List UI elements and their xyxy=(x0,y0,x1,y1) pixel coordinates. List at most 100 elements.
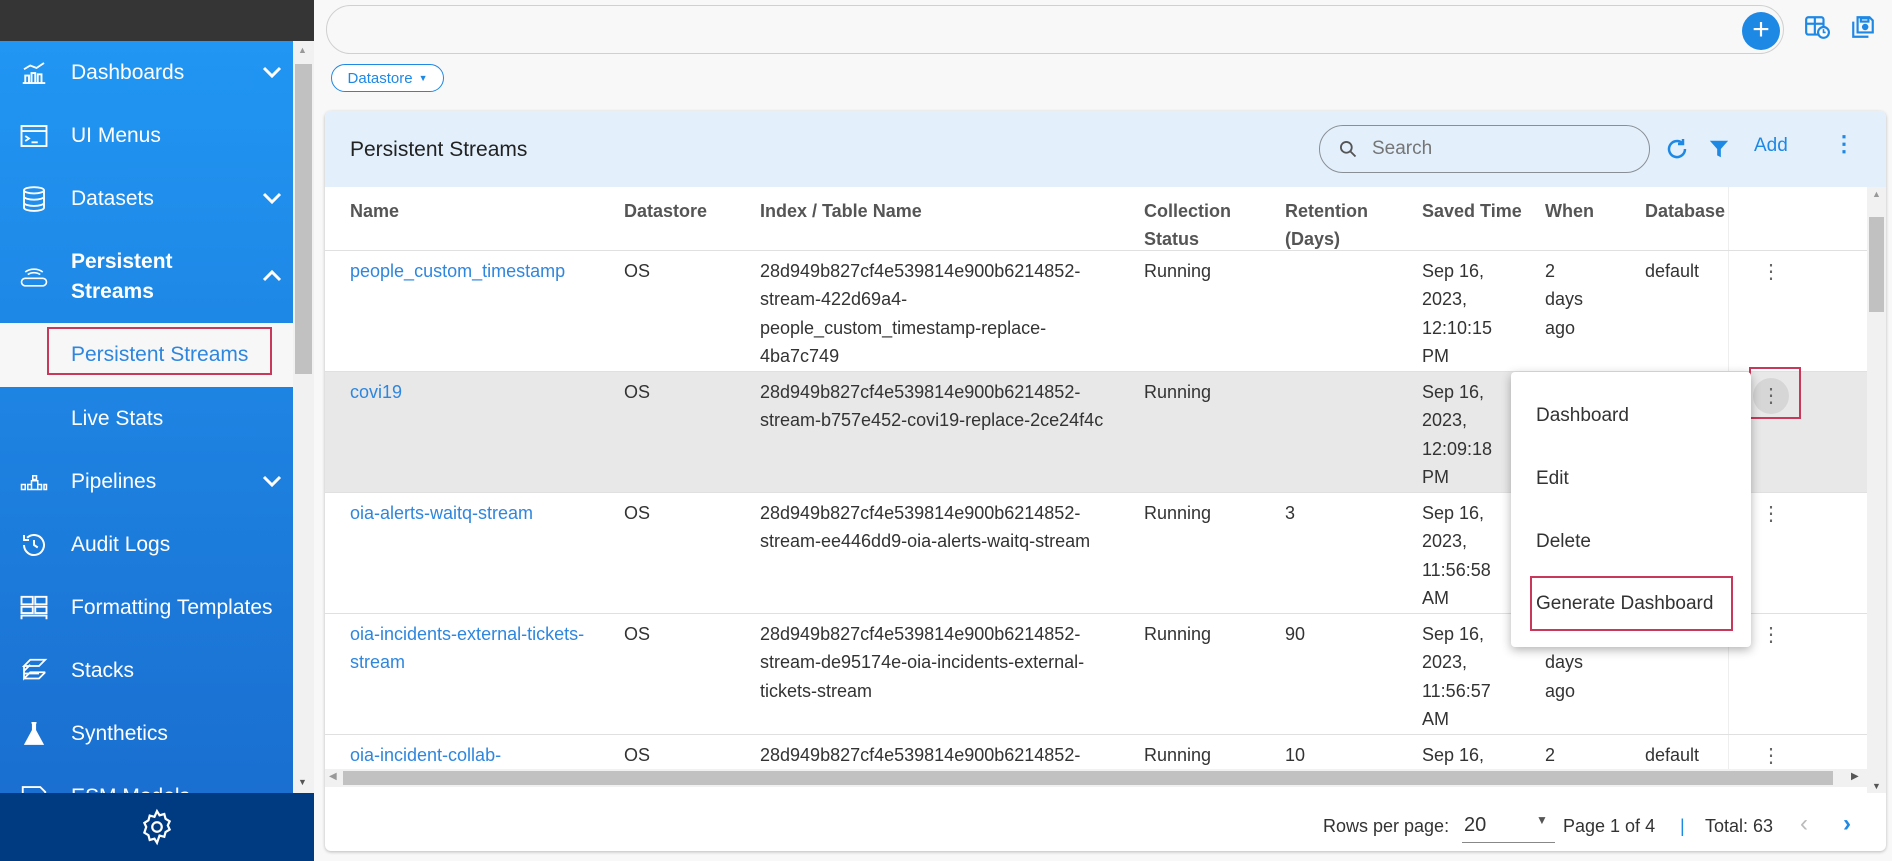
row-actions-menu: Dashboard Edit Delete Generate Dashboard xyxy=(1511,372,1751,647)
sidebar-item-datasets[interactable]: Datasets xyxy=(0,167,293,230)
cell-retention: 3 xyxy=(1285,503,1296,523)
sidebar-item-persistent-streams[interactable]: Persistent Streams xyxy=(0,230,293,323)
sidebar-item-label: Persistent Streams xyxy=(71,249,173,303)
sidebar-item-ui-menus[interactable]: UI Menus xyxy=(0,104,293,167)
cell-saved: Sep 16, 2023, 12:10:15 PM xyxy=(1422,261,1493,367)
row-actions-icon[interactable]: ⋮ xyxy=(1761,743,1781,768)
cell-saved: Sep 16, 2023, 11:56:58 AM xyxy=(1422,503,1491,609)
horizontal-scroll-thumb[interactable] xyxy=(343,771,1833,785)
search-input[interactable] xyxy=(1372,138,1632,160)
row-actions-icon[interactable]: ⋮ xyxy=(1761,622,1781,647)
sidebar-scrollbar[interactable]: ▲ ▼ xyxy=(293,41,314,793)
save-as-icon[interactable] xyxy=(1850,14,1876,40)
cell-status: Running xyxy=(1144,745,1212,765)
next-page-icon[interactable]: › xyxy=(1843,810,1851,838)
flask-icon xyxy=(19,719,49,749)
history-icon xyxy=(19,530,49,560)
sidebar-scroll-thumb[interactable] xyxy=(295,64,312,374)
datastore-filter-chip[interactable]: Datastore ▼ xyxy=(331,64,444,92)
chevron-up-icon[interactable] xyxy=(262,266,282,287)
cell-datastore: OS xyxy=(624,261,651,281)
cell-index: 28d949b827cf4e539814e900b6214852-stream-… xyxy=(760,503,1091,552)
column-header-name[interactable]: Name xyxy=(350,197,590,225)
column-header-retention[interactable]: Retention (Days) xyxy=(1285,197,1385,254)
sidebar-topbar xyxy=(0,0,314,41)
chevron-down-icon[interactable] xyxy=(262,62,282,83)
cell-status: Running xyxy=(1144,624,1212,644)
scroll-up-arrow-icon[interactable]: ▲ xyxy=(1872,189,1881,199)
sidebar-item-label: Dashboards xyxy=(71,60,185,84)
menu-item-delete[interactable]: Delete xyxy=(1536,531,1591,553)
sidebar-item-live-stats-sub[interactable]: Live Stats xyxy=(0,387,293,450)
cell-when: 2 days ago xyxy=(1545,261,1584,338)
sidebar-item-dashboards[interactable]: Dashboards xyxy=(0,41,293,104)
menu-item-dashboard[interactable]: Dashboard xyxy=(1536,405,1629,427)
actions-column xyxy=(1728,187,1815,250)
template-icon xyxy=(19,593,49,623)
sidebar-item-synthetics[interactable]: Synthetics xyxy=(0,702,293,765)
row-actions-icon[interactable]: ⋮ xyxy=(1761,259,1781,284)
scroll-down-arrow-icon[interactable]: ▼ xyxy=(298,777,307,787)
settings-gear-icon[interactable] xyxy=(138,808,176,846)
column-header-database[interactable]: Database xyxy=(1645,197,1725,225)
menu-item-edit[interactable]: Edit xyxy=(1536,468,1569,490)
sidebar-item-formatting-templates[interactable]: Formatting Templates xyxy=(0,576,293,639)
horizontal-scrollbar[interactable]: ◀ ▶ xyxy=(325,769,1867,787)
chevron-down-icon[interactable] xyxy=(262,188,282,209)
column-header-saved[interactable]: Saved Time xyxy=(1422,197,1522,225)
vertical-scrollbar[interactable]: ▲ ▼ xyxy=(1867,187,1886,793)
sidebar-item-persistent-streams-sub[interactable]: Persistent Streams xyxy=(0,323,293,387)
chevron-down-icon[interactable] xyxy=(262,471,282,492)
scroll-left-arrow-icon[interactable]: ◀ xyxy=(329,771,337,782)
sidebar-nav: Dashboards UI Menus Datasets Persistent Str… xyxy=(0,41,293,793)
caret-down-icon: ▼ xyxy=(1536,813,1548,827)
refresh-icon[interactable] xyxy=(1665,137,1689,161)
cell-saved: Sep 16, 2023, 11:56:57 AM xyxy=(1422,624,1491,730)
highlight-box xyxy=(1530,576,1733,631)
sidebar-item-stacks[interactable]: Stacks xyxy=(0,639,293,702)
row-actions-icon[interactable]: ⋮ xyxy=(1761,501,1781,526)
scroll-right-arrow-icon[interactable]: ▶ xyxy=(1851,771,1859,782)
rows-per-page-label: Rows per page: xyxy=(1323,816,1450,836)
cell-when: 2 xyxy=(1545,745,1556,765)
table-row[interactable]: oia-incident-collab- OS 28d949b827cf4e5398… xyxy=(325,735,1867,769)
column-header-status[interactable]: Collection Status xyxy=(1144,197,1244,254)
add-stream-button[interactable]: Add xyxy=(1754,135,1788,157)
rows-per-page-select[interactable]: 20 ▼ xyxy=(1462,807,1555,843)
scroll-down-arrow-icon[interactable]: ▼ xyxy=(1872,781,1881,791)
pagination-separator: | xyxy=(1680,816,1685,836)
column-header-when[interactable]: When xyxy=(1545,197,1597,225)
scroll-up-arrow-icon[interactable]: ▲ xyxy=(298,45,307,55)
previous-page-icon[interactable]: ‹ xyxy=(1800,810,1808,838)
cell-datastore: OS xyxy=(624,745,651,765)
sidebar-item-label: Datasets xyxy=(71,186,154,210)
cell-datastore: OS xyxy=(624,382,651,402)
database-icon xyxy=(19,184,49,214)
stream-name-link[interactable]: oia-incidents-external-tickets-stream xyxy=(350,620,590,677)
rows-per-page-value: 20 xyxy=(1464,814,1487,836)
cell-saved: Sep 16, 2023, 12:09:18 PM xyxy=(1422,382,1493,488)
scheduled-table-icon[interactable] xyxy=(1804,14,1830,40)
filter-icon[interactable] xyxy=(1708,137,1730,161)
total-count: Total: 63 xyxy=(1705,816,1774,836)
sidebar-footer xyxy=(0,793,314,861)
stream-name-link[interactable]: covi19 xyxy=(350,378,590,406)
table-row[interactable]: people_custom_timestamp OS 28d949b827cf4e5… xyxy=(325,251,1867,372)
column-header-index[interactable]: Index / Table Name xyxy=(760,197,1110,225)
sidebar-item-pipelines[interactable]: Pipelines xyxy=(0,450,293,513)
table-search-field[interactable] xyxy=(1319,125,1650,173)
vertical-scroll-thumb[interactable] xyxy=(1869,217,1884,312)
add-button[interactable]: + xyxy=(1742,12,1780,50)
stream-name-link[interactable]: people_custom_timestamp xyxy=(350,257,590,285)
highlight-box xyxy=(47,327,272,375)
stream-name-link[interactable]: oia-incident-collab- xyxy=(350,741,590,769)
sidebar-item-label: ESM Models xyxy=(71,785,190,794)
column-header-datastore[interactable]: Datastore xyxy=(624,197,744,225)
sidebar-item-esm-models[interactable]: ESM Models xyxy=(0,765,293,793)
cell-status: Running xyxy=(1144,261,1212,281)
sidebar-item-label: Live Stats xyxy=(71,406,164,430)
sidebar-item-audit-logs[interactable]: Audit Logs xyxy=(0,513,293,576)
more-options-icon[interactable]: ⋮ xyxy=(1833,131,1855,157)
stream-name-link[interactable]: oia-alerts-waitq-stream xyxy=(350,499,590,527)
global-search-bar[interactable]: + xyxy=(326,5,1784,54)
